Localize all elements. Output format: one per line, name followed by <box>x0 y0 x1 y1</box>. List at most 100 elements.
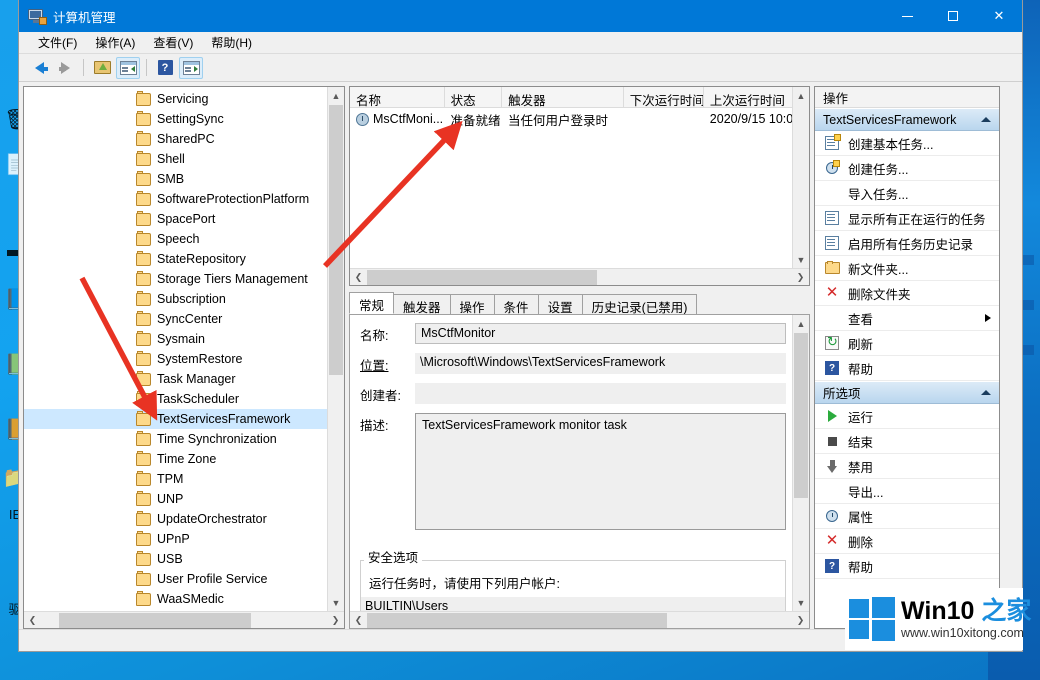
tree-item-sharedpc[interactable]: SharedPC <box>24 129 327 149</box>
scroll-track[interactable] <box>367 613 792 628</box>
tree-item-tpm[interactable]: TPM <box>24 469 327 489</box>
tree-item-wcm[interactable]: WCM <box>24 609 327 611</box>
show-tree-button[interactable] <box>116 57 140 79</box>
task-list[interactable]: 名称 状态 触发器 下次运行时间 上次运行时间 MsCtfMoni... 准备就… <box>350 87 792 268</box>
tree-item-usb[interactable]: USB <box>24 549 327 569</box>
menu-item-action[interactable]: 操作(A) <box>86 32 144 53</box>
tree-item-upnp[interactable]: UPnP <box>24 529 327 549</box>
tab-general[interactable]: 常规 <box>349 292 394 314</box>
tree-item-synccenter[interactable]: SyncCenter <box>24 309 327 329</box>
tree-item-time-synchronization[interactable]: Time Synchronization <box>24 429 327 449</box>
tree-item-servicing[interactable]: Servicing <box>24 89 327 109</box>
action-item-disable[interactable]: 禁用 <box>815 454 999 479</box>
scroll-right-icon[interactable]: ❯ <box>792 272 809 283</box>
menu-item-file[interactable]: 文件(F) <box>29 32 86 53</box>
tree-item-task-manager[interactable]: Task Manager <box>24 369 327 389</box>
tree-item-storage-tiers-management[interactable]: Storage Tiers Management <box>24 269 327 289</box>
action-item-create-task[interactable]: 创建任务... <box>815 156 999 181</box>
scroll-down-icon[interactable]: ▼ <box>328 594 344 611</box>
menu-item-help[interactable]: 帮助(H) <box>202 32 261 53</box>
tree-item-unp[interactable]: UNP <box>24 489 327 509</box>
action-item-refresh[interactable]: 刷新 <box>815 331 999 356</box>
action-item-properties[interactable]: 属性 <box>815 504 999 529</box>
tab-triggers[interactable]: 触发器 <box>393 294 451 314</box>
up-folder-button[interactable] <box>90 57 114 79</box>
collapse-caret-icon[interactable] <box>981 390 991 395</box>
minimize-button[interactable] <box>884 0 930 32</box>
tree-item-systemrestore[interactable]: SystemRestore <box>24 349 327 369</box>
column-header-next-run[interactable]: 下次运行时间 <box>624 87 704 107</box>
actions-group-header-1[interactable]: 所选项 <box>815 381 999 404</box>
tree-item-softwareprotectionplatform[interactable]: SoftwareProtectionPlatform <box>24 189 327 209</box>
scroll-thumb[interactable] <box>367 613 667 628</box>
action-item-help[interactable]: ?帮助 <box>815 356 999 381</box>
scroll-right-icon[interactable]: ❯ <box>327 615 344 626</box>
name-field[interactable]: MsCtfMonitor <box>415 323 786 344</box>
column-header-last-run[interactable]: 上次运行时间 <box>704 87 792 107</box>
tree-item-spaceport[interactable]: SpacePort <box>24 209 327 229</box>
scroll-up-icon[interactable]: ▲ <box>328 87 344 104</box>
table-row[interactable]: MsCtfMoni... 准备就绪 当任何用户登录时 2020/9/15 10:… <box>350 108 792 130</box>
action-item-delete[interactable]: ✕删除 <box>815 529 999 554</box>
scroll-left-icon[interactable]: ❮ <box>350 272 367 283</box>
action-item-new-folder[interactable]: 新文件夹... <box>815 256 999 281</box>
tab-conditions[interactable]: 条件 <box>494 294 539 314</box>
actions-list[interactable]: TextServicesFramework创建基本任务...创建任务...导入任… <box>815 108 999 579</box>
tab-actions[interactable]: 操作 <box>450 294 495 314</box>
scroll-up-icon[interactable]: ▲ <box>793 315 809 332</box>
column-header-status[interactable]: 状态 <box>445 87 503 107</box>
action-item-running-tasks[interactable]: 显示所有正在运行的任务 <box>815 206 999 231</box>
description-field[interactable]: TextServicesFramework monitor task <box>415 413 786 530</box>
action-item-generic[interactable]: 导出... <box>815 479 999 504</box>
action-item-delete-folder[interactable]: ✕删除文件夹 <box>815 281 999 306</box>
task-list-horizontal-scrollbar[interactable]: ❮ ❯ <box>350 268 809 285</box>
show-actions-button[interactable] <box>179 57 203 79</box>
tree-vertical-scrollbar[interactable]: ▲ ▼ <box>327 87 344 611</box>
scroll-left-icon[interactable]: ❮ <box>24 615 41 626</box>
scroll-thumb[interactable] <box>367 270 597 285</box>
task-list-vertical-scrollbar[interactable]: ▲ ▼ <box>792 87 809 268</box>
tree-item-taskscheduler[interactable]: TaskScheduler <box>24 389 327 409</box>
tree-item-subscription[interactable]: Subscription <box>24 289 327 309</box>
tree-item-textservicesframework[interactable]: TextServicesFramework <box>24 409 327 429</box>
console-tree[interactable]: ServicingSettingSyncSharedPCShellSMBSoft… <box>24 87 327 611</box>
tree-item-sysmain[interactable]: Sysmain <box>24 329 327 349</box>
collapse-caret-icon[interactable] <box>981 117 991 122</box>
action-item-stop[interactable]: 结束 <box>815 429 999 454</box>
tree-item-staterepository[interactable]: StateRepository <box>24 249 327 269</box>
action-item-run[interactable]: 运行 <box>815 404 999 429</box>
tree-item-time-zone[interactable]: Time Zone <box>24 449 327 469</box>
tree-item-user-profile-service[interactable]: User Profile Service <box>24 569 327 589</box>
close-button[interactable]: ✕ <box>976 0 1022 32</box>
tree-item-speech[interactable]: Speech <box>24 229 327 249</box>
menu-item-view[interactable]: 查看(V) <box>144 32 202 53</box>
scroll-thumb[interactable] <box>59 613 251 628</box>
action-item-create-basic-task[interactable]: 创建基本任务... <box>815 131 999 156</box>
scroll-up-icon[interactable]: ▲ <box>793 87 809 104</box>
tree-item-shell[interactable]: Shell <box>24 149 327 169</box>
actions-group-header-0[interactable]: TextServicesFramework <box>815 108 999 131</box>
scroll-track[interactable] <box>41 613 327 628</box>
detail-vertical-scrollbar[interactable]: ▲ ▼ <box>792 315 809 611</box>
scroll-thumb[interactable] <box>794 333 808 498</box>
scroll-thumb[interactable] <box>329 105 343 375</box>
tree-horizontal-scrollbar[interactable]: ❮ ❯ <box>24 611 344 628</box>
tree-item-waasmedic[interactable]: WaaSMedic <box>24 589 327 609</box>
tab-history[interactable]: 历史记录(已禁用) <box>582 294 698 314</box>
action-item-generic[interactable]: 导入任务... <box>815 181 999 206</box>
scroll-right-icon[interactable]: ❯ <box>792 615 809 626</box>
column-header-triggers[interactable]: 触发器 <box>502 87 624 107</box>
tab-settings[interactable]: 设置 <box>538 294 583 314</box>
tree-item-settingsync[interactable]: SettingSync <box>24 109 327 129</box>
maximize-button[interactable] <box>930 0 976 32</box>
scroll-track[interactable] <box>367 270 792 285</box>
column-header-name[interactable]: 名称 <box>350 87 445 107</box>
forward-button[interactable] <box>53 57 77 79</box>
detail-horizontal-scrollbar[interactable]: ❮ ❯ <box>350 611 809 628</box>
scroll-down-icon[interactable]: ▼ <box>793 251 809 268</box>
tree-item-updateorchestrator[interactable]: UpdateOrchestrator <box>24 509 327 529</box>
back-button[interactable] <box>27 57 51 79</box>
tree-item-smb[interactable]: SMB <box>24 169 327 189</box>
action-item-task-history[interactable]: 启用所有任务历史记录 <box>815 231 999 256</box>
action-item-generic[interactable]: 查看 <box>815 306 999 331</box>
